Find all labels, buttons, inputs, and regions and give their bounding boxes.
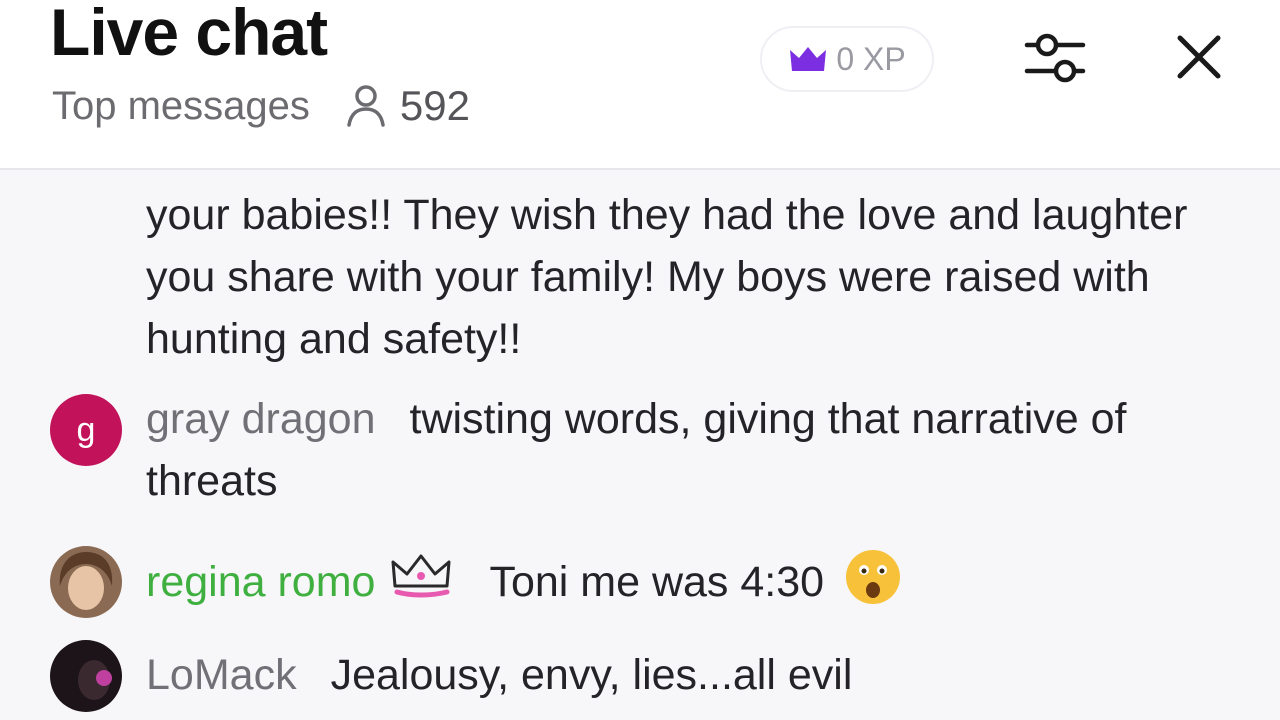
page-title: Live chat xyxy=(50,0,328,69)
avatar[interactable] xyxy=(50,640,122,712)
message-body: regina romo Toni me was 4:30 xyxy=(146,548,1246,613)
chat-message-list[interactable]: your babies!! They wish they had the lov… xyxy=(0,170,1280,720)
chat-header: Live chat Top messages 592 0 XP xyxy=(0,0,1280,170)
sliders-icon xyxy=(1023,27,1087,92)
message-text: Jealousy, envy, lies...all evil xyxy=(330,651,853,699)
message-body: LoMack Jealousy, envy, lies...all evil xyxy=(146,644,1246,706)
author-name[interactable]: gray dragon xyxy=(146,395,376,443)
avatar-letter: g xyxy=(76,410,96,449)
message-text: Toni me was 4:30 xyxy=(489,558,825,606)
xp-button[interactable]: 0 XP xyxy=(760,26,934,92)
message-body: gray dragon twisting words, giving that n… xyxy=(146,388,1246,512)
close-button[interactable] xyxy=(1164,24,1234,94)
astonished-emoji-icon xyxy=(844,548,902,606)
crown-badge-icon xyxy=(389,552,453,600)
close-icon xyxy=(1176,34,1222,85)
crown-icon xyxy=(788,44,828,74)
chat-message-partial: your babies!! They wish they had the lov… xyxy=(146,184,1256,370)
author-name[interactable]: LoMack xyxy=(146,651,297,699)
top-messages-label[interactable]: Top messages xyxy=(52,84,310,129)
filter-settings-button[interactable] xyxy=(1018,22,1092,96)
xp-label: 0 XP xyxy=(836,40,906,77)
subtitle-row: Top messages 592 xyxy=(52,82,470,130)
avatar[interactable] xyxy=(50,546,122,618)
viewer-count: 592 xyxy=(399,82,470,129)
person-icon xyxy=(346,83,386,129)
avatar[interactable]: g xyxy=(50,394,122,466)
author-name[interactable]: regina romo xyxy=(146,558,375,606)
message-text: your babies!! They wish they had the lov… xyxy=(146,191,1188,363)
